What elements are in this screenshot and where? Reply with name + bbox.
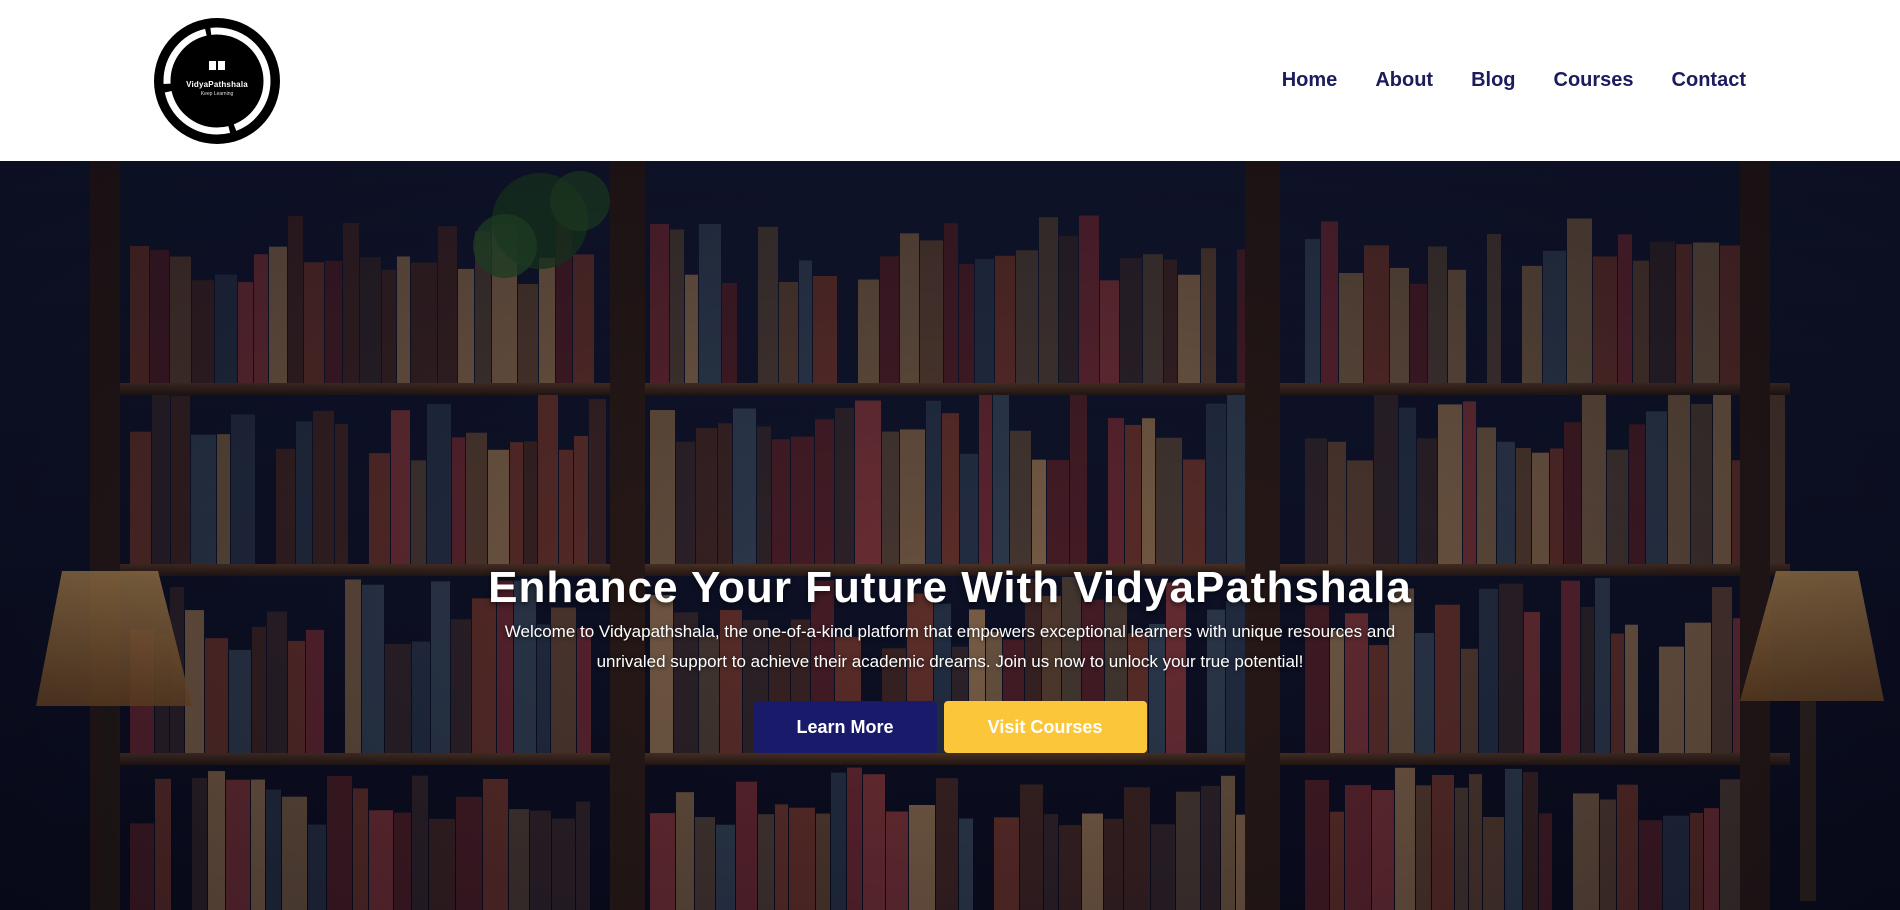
visit-courses-button[interactable]: Visit Courses: [943, 701, 1147, 753]
nav-about[interactable]: About: [1375, 66, 1433, 94]
hero-content: Enhance Your Future With VidyaPathshala …: [0, 561, 1900, 753]
hero-subtitle: Welcome to Vidyapathshala, the one-of-a-…: [504, 622, 1396, 671]
nav-courses[interactable]: Courses: [1554, 66, 1634, 94]
hero-buttons: Learn More Visit Courses: [0, 701, 1900, 753]
site-logo[interactable]: VidyaPathshala Keep Learning: [154, 18, 280, 144]
hero-section: Enhance Your Future With VidyaPathshala …: [0, 161, 1900, 910]
site-header: VidyaPathshala Keep Learning Home About …: [0, 0, 1900, 161]
main-nav: Home About Blog Courses Contact: [1282, 66, 1746, 94]
hero-title: Enhance Your Future With VidyaPathshala: [488, 563, 1412, 612]
logo-name: VidyaPathshala: [186, 80, 248, 89]
nav-blog[interactable]: Blog: [1471, 66, 1515, 94]
logo-tagline: Keep Learning: [200, 91, 234, 97]
learn-more-button[interactable]: Learn More: [753, 701, 937, 753]
nav-home[interactable]: Home: [1282, 66, 1338, 94]
nav-contact[interactable]: Contact: [1672, 66, 1746, 94]
